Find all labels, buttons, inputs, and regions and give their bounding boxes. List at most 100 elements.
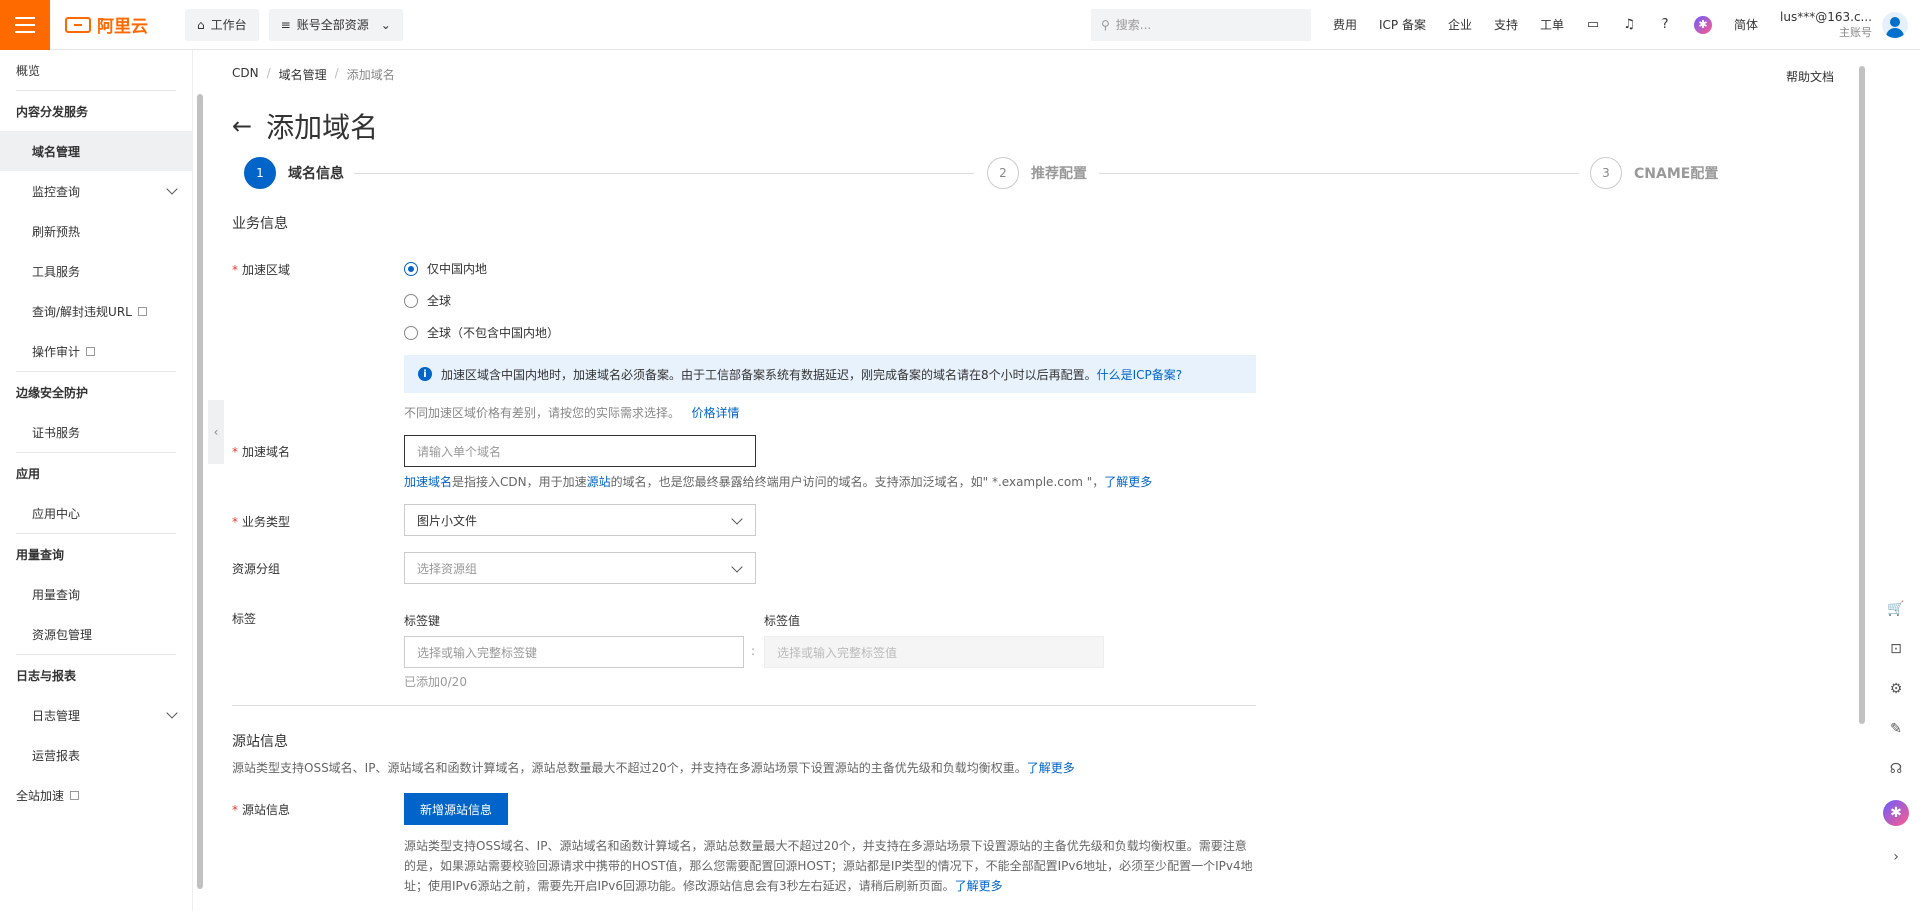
sidebar-item-app-center[interactable]: 应用中心 [0,493,192,533]
sidebar-group-label: 日志与报表 [16,668,77,683]
sidebar-scrollbar[interactable] [196,50,204,911]
sidebar-group-label: 应用 [16,466,41,481]
back-arrow-icon[interactable]: ← [232,114,252,138]
sidebar-group-cdn: 内容分发服务 [0,91,192,131]
account-scope-label: 账号全部资源 [296,18,369,32]
sidebar-item-label: 日志管理 [32,708,81,723]
help-icon[interactable]: ? [1658,17,1672,32]
breadcrumb-domain-management[interactable]: 域名管理 [279,66,327,83]
region-option-global-excl[interactable]: 全球（不包含中国内地） [404,324,559,341]
api-icon[interactable]: ⊡ [1887,640,1905,658]
domain-hint-link[interactable]: 加速域名 [404,475,452,489]
account-scope-select[interactable]: ≡ 账号全部资源 ⌄ [268,8,403,41]
region-option-global[interactable]: 全球 [404,292,451,309]
sidebar-item-fullsite[interactable]: 全站加速 [0,775,192,815]
search-icon: ⚲ [1100,17,1110,32]
top-link-support[interactable]: 支持 [1494,16,1518,33]
edit-icon[interactable]: ✎ [1887,720,1905,738]
sidebar-item-monitor[interactable]: 监控查询 [0,171,192,211]
chevron-right-icon[interactable]: › [1887,848,1905,866]
sidebar-item-label: 应用中心 [32,506,81,521]
origin-hint-link[interactable]: 源站 [587,475,611,489]
sidebar-item-overview[interactable]: 概览 [0,50,192,90]
sidebar-item-usage[interactable]: 用量查询 [0,574,192,614]
radio-checked-icon [404,261,418,276]
user-account: lus***@163.c... [1780,9,1872,24]
sidebar-item-label: 刷新预热 [32,224,81,239]
chevron-down-icon [731,513,743,525]
info-icon: i [418,367,432,381]
language-switch[interactable]: 简体 [1734,16,1758,33]
sidebar-item-label: 操作审计 [32,344,81,359]
domain-input[interactable]: 请输入单个域名 [404,435,756,467]
origin-notes: 源站类型支持OSS域名、IP、源站域名和函数计算域名，源站总数量最大不超过20个… [404,839,1253,893]
bell-icon[interactable]: ♫ [1622,17,1636,32]
sidebar-item-label: 全站加速 [16,788,65,803]
sidebar-item-reports[interactable]: 运营报表 [0,735,192,775]
main-scrollbar[interactable] [1858,66,1866,911]
learn-more-link[interactable]: 了解更多 [1104,475,1152,489]
region-option-mainland[interactable]: 仅中国内地 [404,260,487,277]
external-link-icon [137,306,147,316]
price-detail-link[interactable]: 价格详情 [691,406,739,420]
sidebar-item-package[interactable]: 资源包管理 [0,614,192,654]
sidebar-item-log-management[interactable]: 日志管理 [0,695,192,735]
sidebar-item-query-url[interactable]: 查询/解封违规URL [0,291,192,331]
search-input[interactable]: ⚲ 搜索... [1090,8,1311,41]
origin-notes-learn-more-link[interactable]: 了解更多 [955,879,1003,893]
top-link-enterprise[interactable]: 企业 [1448,16,1472,33]
avatar[interactable] [1882,11,1908,38]
home-icon: ⌂ [197,17,205,32]
sidebar-item-refresh[interactable]: 刷新预热 [0,211,192,251]
sidebar-item-label: 资源包管理 [32,627,93,642]
icp-link[interactable]: 什么是ICP备案? [1097,368,1183,382]
sidebar-item-cert[interactable]: 证书服务 [0,412,192,452]
top-bar: 阿里云 ⌂ 工作台 ≡ 账号全部资源 ⌄ ⚲ 搜索... 费用 ICP 备案 企业 支持… [0,0,1920,50]
step-cname-config: 3 CNAME配置 [1590,157,1718,189]
sidebar-item-domain-management[interactable]: 域名管理 [0,131,192,171]
page-title: 添加域名 [266,111,379,144]
sidebar-group-label: 用量查询 [16,547,65,562]
top-link-icp[interactable]: ICP 备案 [1379,16,1426,33]
tag-key-input[interactable]: 选择或输入完整标签键 [404,636,744,668]
sidebar-item-label: 运营报表 [32,748,81,763]
ai-assistant-icon[interactable]: ✱ [1694,15,1713,34]
ai-assistant-icon[interactable]: ✱ [1883,800,1909,826]
origin-label: * 源站信息 [232,803,291,817]
resource-group-select[interactable]: 选择资源组 [404,552,756,584]
right-rail: 🛒 ⊡ ⚙ ✎ ☊ ✱ › [1872,600,1920,866]
sidebar-item-tools[interactable]: 工具服务 [0,251,192,291]
logo-text: 阿里云 [97,17,148,37]
cart-icon[interactable]: 🛒 [1887,600,1905,618]
external-link-icon [86,346,96,356]
headset-icon[interactable]: ☊ [1887,760,1905,778]
chevron-down-icon [166,707,178,719]
terminal-icon[interactable]: ▭ [1586,17,1600,32]
help-doc-link[interactable]: 帮助文档 [1786,68,1834,85]
logo[interactable]: 阿里云 [65,12,175,37]
sidebar-item-label: 查询/解封违规URL [32,304,132,319]
user-role: 主账号 [1839,25,1872,39]
chevron-down-icon [166,183,178,195]
top-link-billing[interactable]: 费用 [1333,16,1357,33]
sidebar-item-audit[interactable]: 操作审计 [0,331,192,371]
user-menu[interactable]: lus***@163.c... 主账号 [1780,9,1872,41]
top-link-ticket[interactable]: 工单 [1540,16,1564,33]
sidebar-collapse-button[interactable]: ‹ [208,400,224,464]
sidebar-group-apps: 应用 [0,453,192,493]
add-origin-button[interactable]: 新增源站信息 [404,793,509,825]
sidebar-item-label: 监控查询 [32,184,81,199]
gear-icon[interactable]: ⚙ [1887,680,1905,698]
workbench-button[interactable]: ⌂ 工作台 [185,8,259,41]
chevron-left-icon: ‹ [213,425,219,439]
domain-hint: 加速域名是指接入CDN，用于加速源站的域名，也是您最终暴露给终端用户访问的域名。… [404,475,1153,489]
origin-learn-more-link[interactable]: 了解更多 [1027,761,1075,775]
breadcrumb-cdn[interactable]: CDN [232,66,259,83]
business-type-select[interactable]: 图片小文件 [404,504,756,536]
sidebar-group-label: 边缘安全防护 [16,385,89,400]
menu-icon[interactable] [0,0,50,50]
icp-notice: i 加速区域含中国内地时，加速域名必须备案。由于工信部备案系统有数据延迟，刚完成… [404,355,1256,393]
sidebar-group-label: 内容分发服务 [16,104,89,119]
tag-key-placeholder: 选择或输入完整标签键 [417,645,538,660]
sidebar-item-label: 域名管理 [32,144,81,159]
